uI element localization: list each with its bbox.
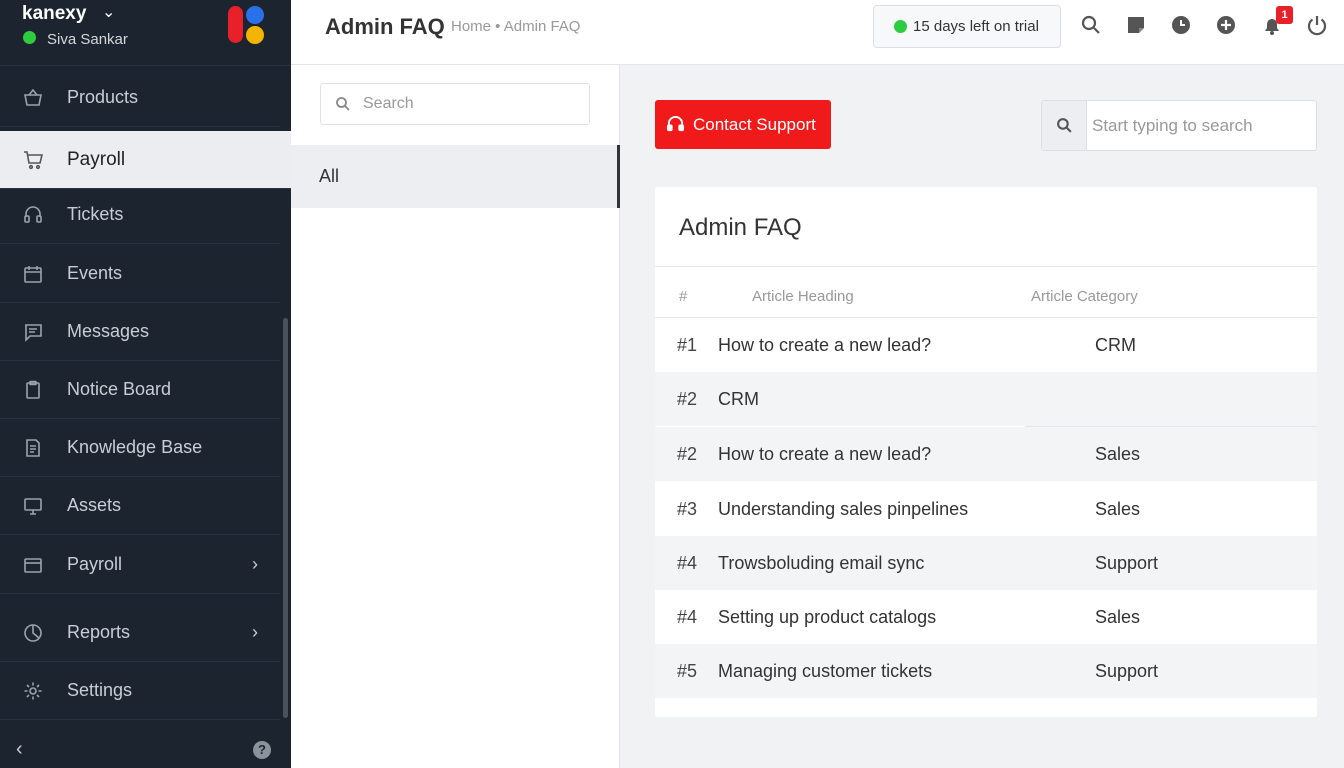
- app-logo: [228, 6, 268, 44]
- article-search-input[interactable]: [1087, 115, 1307, 136]
- article-category: Sales: [1095, 498, 1141, 519]
- workspace-header[interactable]: kanexy ⌄ Siva Sankar: [0, 0, 291, 66]
- row-number: #2: [677, 388, 698, 409]
- calendar-icon: [23, 264, 43, 284]
- sidebar-item-label: Settings: [67, 680, 133, 700]
- article-heading[interactable]: CRM: [718, 389, 759, 410]
- sidebar: kanexy ⌄ Siva Sankar Products Payroll Ti…: [0, 0, 291, 768]
- table-row[interactable]: #2 How to create a new lead? Sales: [655, 427, 1317, 481]
- message-icon: [23, 322, 43, 342]
- article-heading[interactable]: How to create a new lead?: [718, 444, 931, 465]
- column-header-category[interactable]: Article Category: [1031, 288, 1138, 305]
- headset-icon: [666, 115, 685, 132]
- breadcrumb[interactable]: Home • Admin FAQ: [451, 18, 580, 35]
- contact-support-label: Contact Support: [693, 114, 816, 134]
- power-icon[interactable]: [1306, 14, 1328, 36]
- clipboard-icon: [23, 380, 43, 400]
- sidebar-item-knowledge-base[interactable]: Knowledge Base: [0, 419, 280, 477]
- sidebar-item-label: Messages: [67, 321, 150, 341]
- sidebar-item-settings[interactable]: Settings: [0, 662, 280, 720]
- category-item-all[interactable]: All: [291, 145, 620, 208]
- article-search[interactable]: [1041, 100, 1317, 151]
- row-number: #2: [677, 443, 698, 464]
- article-category: CRM: [1095, 334, 1136, 355]
- sidebar-item-label: Tickets: [67, 204, 124, 224]
- cart-icon: [23, 150, 43, 170]
- clock-icon[interactable]: [1170, 14, 1192, 36]
- sidebar-item-tickets[interactable]: Tickets: [0, 186, 280, 244]
- document-icon: [23, 438, 43, 458]
- chevron-right-icon: ›: [252, 554, 258, 574]
- chevron-right-icon: ›: [252, 622, 258, 642]
- online-status-icon: [23, 31, 36, 44]
- sidebar-item-notice-board[interactable]: Notice Board: [0, 361, 280, 419]
- row-number: #5: [677, 660, 698, 681]
- trial-text: 15 days left on trial: [913, 18, 1039, 35]
- article-category: Support: [1095, 552, 1159, 573]
- sidebar-item-reports[interactable]: Reports ›: [0, 604, 280, 662]
- sidebar-item-label: Assets: [67, 495, 122, 515]
- sidebar-item-payroll-menu[interactable]: Payroll ›: [0, 536, 280, 594]
- status-dot-icon: [894, 20, 907, 33]
- sidebar-item-payroll[interactable]: Payroll: [0, 131, 291, 189]
- headset-icon: [23, 205, 43, 225]
- row-number: #4: [677, 552, 698, 573]
- sticky-note-icon[interactable]: [1125, 14, 1147, 36]
- table-row[interactable]: #5 Managing customer tickets Support: [655, 644, 1317, 698]
- category-search-input[interactable]: [363, 95, 563, 113]
- help-icon[interactable]: ?: [253, 741, 271, 759]
- table-row[interactable]: #4 Setting up product catalogs Sales: [655, 590, 1317, 644]
- gear-icon: [23, 681, 43, 701]
- row-number: #1: [677, 334, 698, 355]
- table-row[interactable]: #1 How to create a new lead? CRM: [655, 318, 1317, 372]
- category-search[interactable]: [320, 83, 590, 125]
- sidebar-item-label: Reports: [67, 622, 131, 642]
- row-number: #4: [677, 606, 698, 627]
- sidebar-item-label: Notice Board: [67, 379, 172, 399]
- column-header-number: #: [679, 288, 688, 305]
- article-category: Sales: [1095, 443, 1141, 464]
- sidebar-item-label: Knowledge Base: [67, 437, 203, 457]
- sidebar-item-messages[interactable]: Messages: [0, 303, 280, 361]
- sidebar-item-assets[interactable]: Assets: [0, 477, 280, 535]
- sidebar-item-events[interactable]: Events: [0, 245, 280, 303]
- trial-status[interactable]: 15 days left on trial: [873, 5, 1061, 48]
- search-icon: [336, 97, 350, 111]
- wallet-icon: [23, 555, 43, 575]
- faq-card: Admin FAQ # Article Heading Article Cate…: [655, 187, 1317, 717]
- chevron-down-icon[interactable]: ⌄: [102, 2, 115, 22]
- sidebar-item-label: Payroll: [67, 148, 126, 170]
- table-row[interactable]: #3 Understanding sales pinpelines Sales: [655, 482, 1317, 536]
- page-title: Admin FAQ: [325, 14, 445, 39]
- add-icon[interactable]: [1215, 14, 1237, 36]
- collapse-sidebar-icon[interactable]: ‹: [16, 738, 23, 761]
- table-row[interactable]: #2 CRM: [655, 372, 1317, 426]
- monitor-icon: [23, 496, 43, 516]
- table-row[interactable]: #4 Trowsboluding email sync Support: [655, 536, 1317, 590]
- contact-support-button[interactable]: Contact Support: [655, 100, 831, 149]
- notification-badge: 1: [1276, 6, 1293, 24]
- brand-name: kanexy: [22, 3, 87, 24]
- card-title: Admin FAQ: [679, 214, 802, 241]
- article-heading[interactable]: Trowsboluding email sync: [718, 553, 924, 574]
- pie-chart-icon: [23, 623, 43, 643]
- column-header-heading[interactable]: Article Heading: [752, 288, 854, 305]
- category-panel: All: [291, 65, 620, 768]
- article-heading[interactable]: Understanding sales pinpelines: [718, 499, 968, 520]
- sidebar-item-label: Payroll: [67, 554, 123, 574]
- article-heading[interactable]: How to create a new lead?: [718, 335, 931, 356]
- row-number: #3: [677, 498, 698, 519]
- basket-icon: [23, 88, 43, 108]
- user-name: Siva Sankar: [47, 31, 128, 48]
- article-category: Sales: [1095, 606, 1141, 627]
- article-category: Support: [1095, 660, 1159, 681]
- search-icon: [1042, 101, 1087, 150]
- sidebar-item-products[interactable]: Products: [0, 69, 280, 127]
- article-heading[interactable]: Setting up product catalogs: [718, 607, 936, 628]
- article-heading[interactable]: Managing customer tickets: [718, 661, 932, 682]
- sidebar-scrollbar[interactable]: [283, 318, 288, 718]
- sidebar-item-label: Events: [67, 263, 123, 283]
- sidebar-item-label: Products: [67, 87, 139, 107]
- search-icon[interactable]: [1080, 14, 1102, 36]
